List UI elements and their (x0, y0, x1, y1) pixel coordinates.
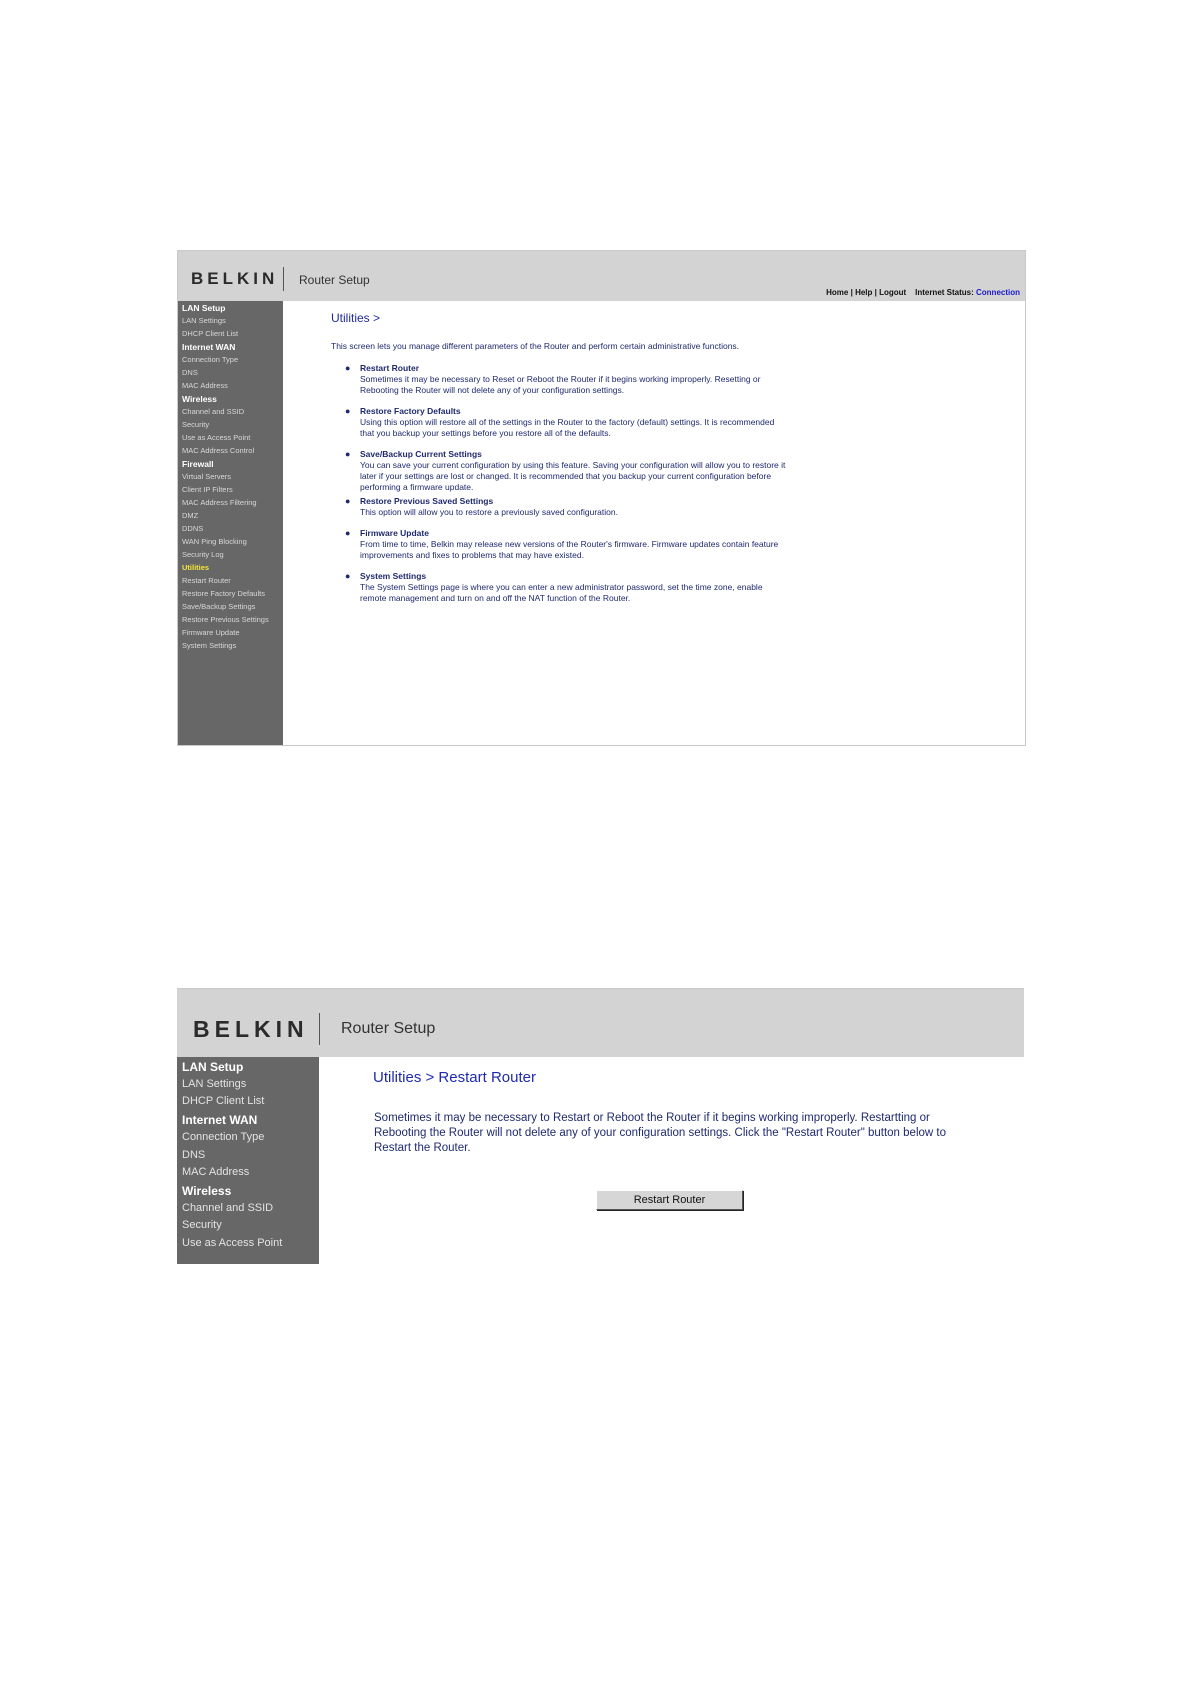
bullet-icon: ● (345, 449, 351, 459)
sidebar-section-wireless: Wireless (182, 1183, 232, 1198)
sidebar-item-channel-and-ssid[interactable]: Channel and SSID (182, 1202, 273, 1214)
sidebar-item-security[interactable]: Security (182, 1219, 222, 1231)
entry-title: Restore Previous Saved Settings (360, 496, 494, 506)
bullet-icon: ● (345, 406, 351, 416)
sidebar-item-dns[interactable]: DNS (182, 368, 198, 377)
entry-description: This option will allow you to restore a … (360, 507, 618, 517)
sidebar-item-security-log[interactable]: Security Log (182, 550, 224, 559)
entry-description: From time to time, Belkin may release ne… (360, 539, 779, 560)
logout-link[interactable]: Logout (879, 288, 906, 297)
restart-router-button[interactable]: Restart Router (596, 1190, 743, 1210)
sidebar-section-firewall: Firewall (182, 459, 214, 469)
belkin-logo: BELKIN (193, 1016, 309, 1042)
sidebar-item-security[interactable]: Security (182, 420, 209, 429)
entry-description: The System Settings page is where you ca… (360, 582, 763, 603)
top-links: Home | Help | Logout Internet Status: Co… (826, 288, 1020, 297)
sidebar-item-dns[interactable]: DNS (182, 1149, 205, 1161)
sidebar-item-mac-address-filtering[interactable]: MAC Address Filtering (182, 498, 257, 507)
sidebar-item-system-settings[interactable]: System Settings (182, 641, 236, 650)
sidebar-item-utilities[interactable]: Utilities (182, 563, 209, 572)
sidebar-nav: LAN Setup LAN Settings DHCP Client List Int… (177, 1057, 319, 1264)
sidebar-item-dmz[interactable]: DMZ (182, 511, 198, 520)
sidebar-item-mac-address[interactable]: MAC Address (182, 381, 228, 390)
header-divider (319, 1013, 320, 1045)
header-divider (283, 267, 284, 291)
entry-description: Sometimes it may be necessary to Reset o… (360, 374, 761, 395)
sidebar-item-dhcp-client-list[interactable]: DHCP Client List (182, 1095, 264, 1107)
entry-description: Using this option will restore all of th… (360, 417, 775, 438)
sidebar-item-virtual-servers[interactable]: Virtual Servers (182, 472, 231, 481)
sidebar-nav: LAN Setup LAN Settings DHCP Client List Int… (178, 301, 283, 745)
sidebar-item-channel-and-ssid[interactable]: Channel and SSID (182, 407, 244, 416)
sidebar-item-firmware-update[interactable]: Firmware Update (182, 628, 240, 637)
sidebar-item-client-ip-filters[interactable]: Client IP Filters (182, 485, 233, 494)
sidebar-section-internet-wan: Internet WAN (182, 1113, 258, 1128)
page-title: Utilities > (331, 311, 381, 325)
sidebar-item-connection-type[interactable]: Connection Type (182, 355, 238, 364)
restart-description: Sometimes it may be necessary to Restart… (374, 1112, 946, 1154)
main-content: Utilities > Restart Router Sometimes it … (319, 1057, 1024, 1264)
restart-router-screenshot: BELKIN Router Setup LAN Setup LAN Setting… (177, 988, 1024, 1264)
sidebar-item-mac-address[interactable]: MAC Address (182, 1166, 249, 1178)
sidebar-item-lan-settings[interactable]: LAN Settings (182, 1078, 246, 1090)
header-bar: BELKIN Router Setup (177, 989, 1024, 1057)
bullet-icon: ● (345, 528, 351, 538)
page-title: Utilities > Restart Router (373, 1069, 536, 1086)
entry-title: Save/Backup Current Settings (360, 449, 482, 459)
sidebar-item-use-as-access-point[interactable]: Use as Access Point (182, 433, 250, 442)
sidebar-section-lan-setup: LAN Setup (182, 303, 226, 313)
internet-status-value: Connection (976, 288, 1020, 297)
sidebar-item-lan-settings[interactable]: LAN Settings (182, 316, 226, 325)
belkin-logo: BELKIN (191, 269, 279, 288)
main-content: Utilities > This screen lets you manage … (283, 301, 1025, 745)
sidebar-item-wan-ping-blocking[interactable]: WAN Ping Blocking (182, 537, 247, 546)
entry-title: Firmware Update (360, 528, 429, 538)
entry-title: Restart Router (360, 363, 420, 373)
header-bar: BELKIN Router Setup Home | Help | Logout… (178, 251, 1025, 301)
entry-title: Restore Factory Defaults (360, 406, 461, 416)
sidebar-item-connection-type[interactable]: Connection Type (182, 1131, 264, 1143)
sidebar-section-internet-wan: Internet WAN (182, 342, 236, 352)
sidebar-item-save-backup-settings[interactable]: Save/Backup Settings (182, 602, 255, 611)
bullet-icon: ● (345, 496, 351, 506)
sidebar-section-lan-setup: LAN Setup (182, 1060, 244, 1074)
sidebar-item-ddns[interactable]: DDNS (182, 524, 203, 533)
sidebar-item-mac-address-control[interactable]: MAC Address Control (182, 446, 254, 455)
internet-status-label: Internet Status: (915, 288, 974, 297)
entry-description: You can save your current configuration … (360, 460, 786, 492)
sidebar-section-wireless: Wireless (182, 394, 217, 404)
sidebar-item-restart-router[interactable]: Restart Router (182, 576, 231, 585)
home-link[interactable]: Home (826, 288, 848, 297)
bullet-icon: ● (345, 363, 351, 373)
sidebar-item-use-as-access-point[interactable]: Use as Access Point (182, 1237, 282, 1249)
entry-title: System Settings (360, 571, 427, 581)
utilities-screenshot: BELKIN Router Setup Home | Help | Logout… (177, 250, 1026, 746)
sidebar-item-restore-previous-settings[interactable]: Restore Previous Settings (182, 615, 269, 624)
router-setup-title: Router Setup (341, 1020, 436, 1037)
bullet-icon: ● (345, 571, 351, 581)
intro-text: This screen lets you manage different pa… (331, 341, 740, 351)
router-setup-title: Router Setup (299, 273, 370, 287)
sidebar-item-dhcp-client-list[interactable]: DHCP Client List (182, 329, 238, 338)
help-link[interactable]: Help (855, 288, 872, 297)
sidebar-item-restore-factory-defaults[interactable]: Restore Factory Defaults (182, 589, 265, 598)
